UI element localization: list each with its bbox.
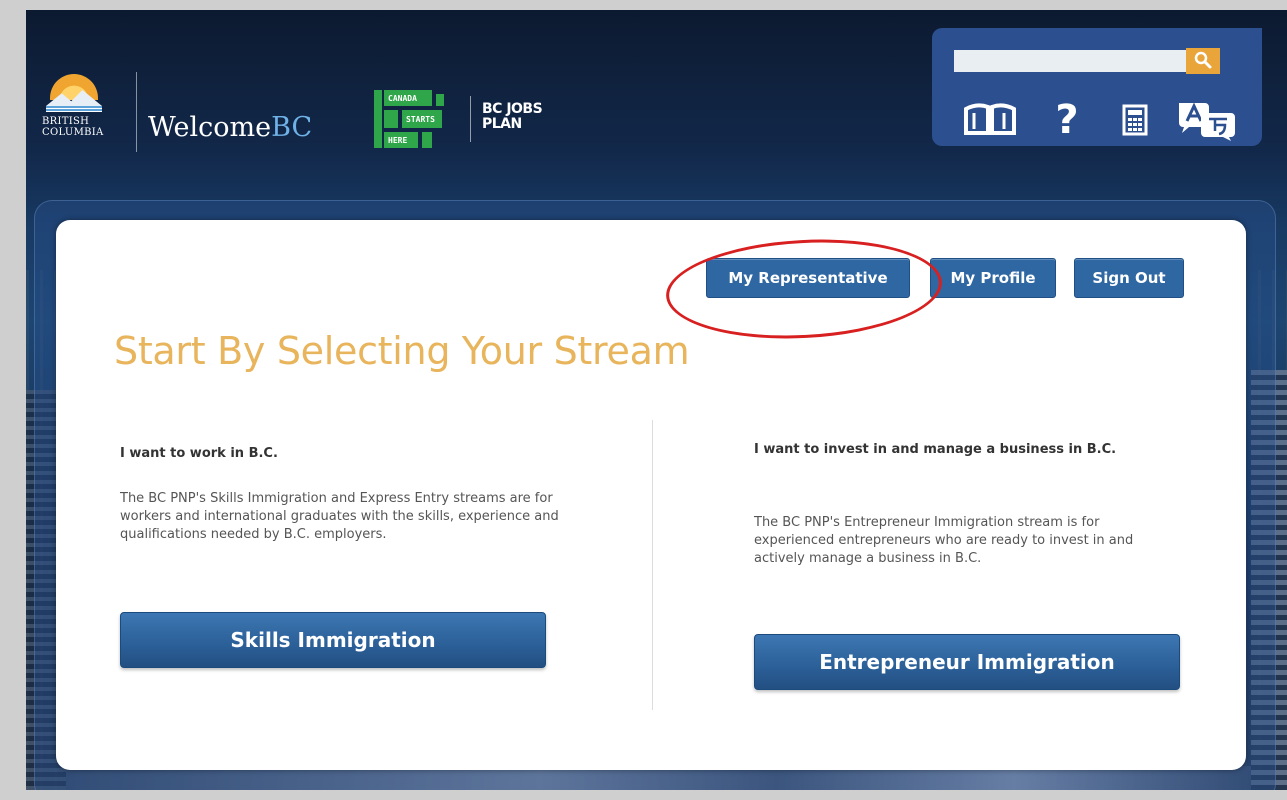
calculator-icon[interactable] [1118,98,1152,142]
water-icon [46,106,102,112]
help-icon[interactable]: ? [1044,98,1090,142]
work-heading: I want to work in B.C. [120,446,278,461]
search-input[interactable] [954,50,1188,72]
logo-block [422,132,432,148]
logo-block [374,90,382,148]
search-button[interactable] [1186,48,1220,74]
skills-immigration-button[interactable]: Skills Immigration [120,612,546,668]
stream-selection-panel: My Representative My Profile Sign Out St… [56,220,1246,770]
app-window: BRITISH COLUMBIA WelcomeBC CANADA STARTS… [26,10,1287,790]
my-representative-button[interactable]: My Representative [706,258,910,298]
campaign-line: HERE [388,136,408,145]
gov-logo-text: BRITISH COLUMBIA [42,116,104,138]
site-name-prefix: Welcome [148,112,272,143]
page-title: Start By Selecting Your Stream [114,329,690,374]
search-icon [1194,51,1212,68]
invest-heading: I want to invest in and manage a busines… [754,442,1117,457]
screenshot-frame: BRITISH COLUMBIA WelcomeBC CANADA STARTS… [0,0,1287,800]
invest-description: The BC PNP's Entrepreneur Immigration st… [754,515,1134,566]
entrepreneur-immigration-button[interactable]: Entrepreneur Immigration [754,634,1180,690]
tools-panel: ? [932,28,1262,146]
logo-block [384,110,398,128]
campaign-line: CANADA [388,94,417,103]
sun-icon [50,74,98,100]
work-description: The BC PNP's Skills Immigration and Expr… [120,491,559,542]
my-profile-button[interactable]: My Profile [930,258,1056,298]
translate-icon[interactable] [1172,98,1242,142]
logo-divider [136,72,137,152]
logo-block [436,94,444,106]
bc-government-logo[interactable]: BRITISH COLUMBIA [42,70,126,154]
campaign-line: STARTS [406,115,435,124]
campaign-title: BC JOBS PLAN [482,101,543,132]
site-name-suffix: BC [271,112,313,143]
canada-starts-here-icon: CANADA STARTS HERE [374,90,460,150]
column-divider [652,420,653,710]
sign-out-button[interactable]: Sign Out [1074,258,1184,298]
site-name[interactable]: WelcomeBC [148,112,312,143]
bc-jobs-plan-logo[interactable]: CANADA STARTS HERE BC JOBS PLAN [374,90,554,160]
book-icon[interactable] [962,98,1018,142]
campaign-divider [470,96,471,142]
